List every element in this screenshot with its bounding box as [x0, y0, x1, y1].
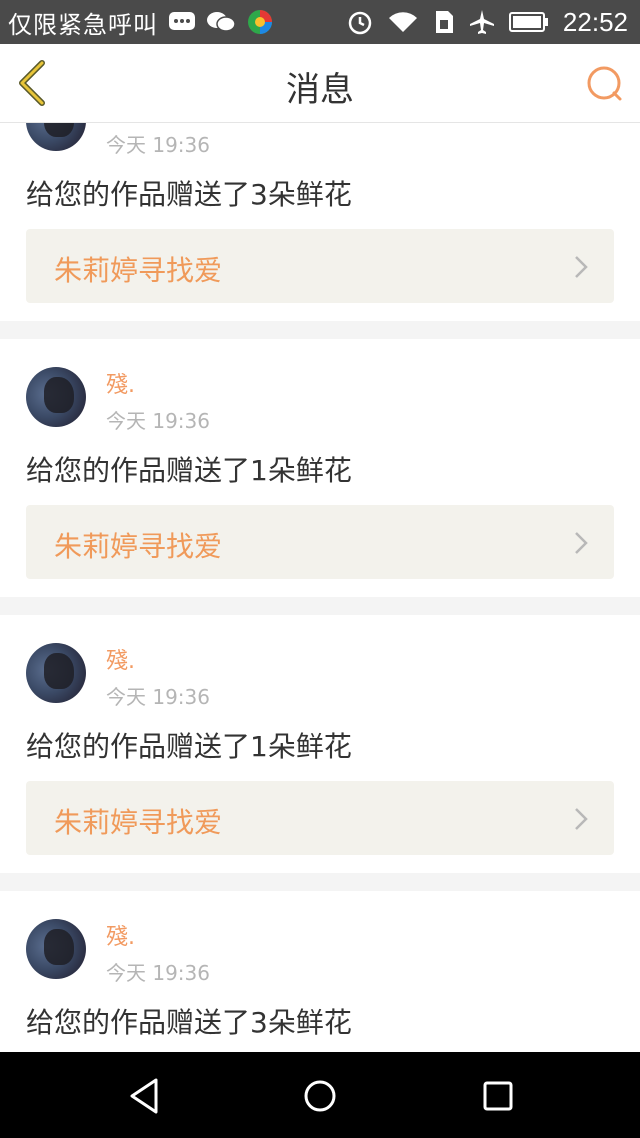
message-card: 殘. 今天 19:36 给您的作品赠送了3朵鲜花 朱莉婷寻找爱 — [0, 123, 640, 321]
chat-button[interactable] — [584, 64, 624, 104]
chat-bubble-icon — [587, 66, 622, 101]
wechat-icon — [206, 10, 236, 34]
message-icon — [168, 11, 196, 33]
nav-back-button[interactable] — [126, 1076, 166, 1116]
battery-icon — [508, 11, 549, 33]
message-card: 殘. 今天 19:36 给您的作品赠送了1朵鲜花 朱莉婷寻找爱 — [0, 615, 640, 873]
app-icon — [246, 8, 274, 36]
chevron-right-icon — [575, 256, 588, 278]
avatar[interactable] — [26, 367, 86, 427]
avatar[interactable] — [26, 643, 86, 703]
nav-recents-icon — [483, 1081, 513, 1111]
work-title: 朱莉婷寻找爱 — [54, 806, 223, 839]
system-nav-bar — [0, 1052, 640, 1138]
work-title: 朱莉婷寻找爱 — [54, 254, 223, 287]
message-card: 殘. 今天 19:36 给您的作品赠送了1朵鲜花 朱莉婷寻找爱 — [0, 339, 640, 597]
chevron-right-icon — [575, 808, 588, 830]
app-header: 消息 — [0, 44, 640, 123]
nav-home-button[interactable] — [300, 1076, 340, 1116]
message-time: 今天 19:36 — [106, 961, 210, 985]
nav-recents-button[interactable] — [478, 1076, 518, 1116]
sim-icon — [433, 10, 455, 34]
message-text: 给您的作品赠送了1朵鲜花 — [26, 454, 352, 487]
sender-name[interactable]: 殘. — [106, 919, 135, 951]
message-text: 给您的作品赠送了3朵鲜花 — [26, 1006, 352, 1039]
page-title: 消息 — [286, 70, 354, 110]
work-link[interactable]: 朱莉婷寻找爱 — [26, 781, 614, 855]
nav-back-icon — [130, 1078, 158, 1114]
message-time: 今天 19:36 — [106, 685, 210, 709]
message-text: 给您的作品赠送了3朵鲜花 — [26, 178, 352, 211]
clock-time: 22:52 — [562, 6, 628, 37]
message-feed[interactable]: 殘. 今天 19:36 给您的作品赠送了3朵鲜花 朱莉婷寻找爱 殘. 今天 19… — [0, 123, 640, 1052]
avatar[interactable] — [26, 919, 86, 979]
sender-name[interactable]: 殘. — [106, 643, 135, 675]
work-title: 朱莉婷寻找爱 — [54, 530, 223, 563]
work-link[interactable]: 朱莉婷寻找爱 — [26, 229, 614, 303]
message-card: 殘. 今天 19:36 给您的作品赠送了3朵鲜花 — [0, 891, 640, 1052]
chevron-right-icon — [575, 532, 588, 554]
message-time: 今天 19:36 — [106, 409, 210, 433]
avatar[interactable] — [26, 123, 86, 151]
status-bar: 仅限紧急呼叫 22:52 — [0, 0, 640, 44]
wifi-icon — [387, 10, 419, 34]
sender-name[interactable]: 殘. — [106, 367, 135, 399]
airplane-icon — [469, 9, 495, 35]
alarm-icon — [347, 9, 373, 35]
message-text: 给您的作品赠送了1朵鲜花 — [26, 730, 352, 763]
nav-home-icon — [304, 1080, 336, 1112]
message-time: 今天 19:36 — [106, 133, 210, 157]
carrier-label: 仅限紧急呼叫 — [8, 10, 158, 39]
work-link[interactable]: 朱莉婷寻找爱 — [26, 505, 614, 579]
